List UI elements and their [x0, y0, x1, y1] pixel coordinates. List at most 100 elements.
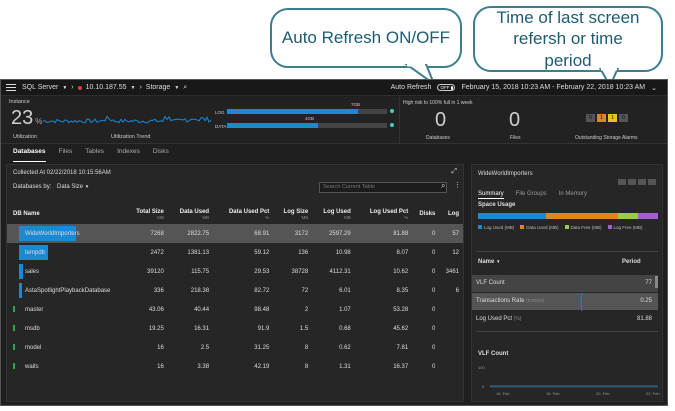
alarm-badge[interactable]: 1 — [597, 114, 606, 122]
tab-disks[interactable]: Disks — [153, 148, 169, 162]
table-row[interactable]: msdb 19.25 16.31 91.9 1.5 0.68 45.62 0 — [7, 319, 463, 338]
table-row[interactable]: waits 16 3.38 42.19 8 1.31 16.37 0 — [7, 357, 463, 376]
search-icon[interactable]: ⌕ — [183, 84, 187, 92]
search-input[interactable]: Search Current Table — [319, 182, 447, 193]
table-row[interactable]: sales 39120 115.75 29.53 38728 4112.31 10.62 0 3… — [7, 262, 463, 281]
table-cell: 0 — [432, 306, 436, 313]
tab-summary[interactable]: Summary — [478, 191, 504, 199]
table-cell: 0 — [412, 224, 440, 243]
stats-row: Instance 23 % Utilization Utilization Tr… — [1, 97, 667, 144]
main-tabs: Databases Files Tables Indexes Disks — [1, 148, 169, 162]
collected-at: Collected At 02/22/2018 10:15:56AM — [13, 170, 111, 176]
table-cell: 0 — [432, 363, 436, 370]
table-cell: 16 — [157, 344, 164, 351]
table-row[interactable]: model 16 2.5 31.25 8 0.62 7.81 0 — [7, 338, 463, 357]
db-name-cell[interactable]: tempdb — [7, 243, 125, 262]
legend-item: Data Used (MB) — [520, 225, 559, 230]
panel-button[interactable] — [638, 179, 646, 185]
details-title: WideWorldImporters — [478, 171, 533, 177]
db-name-cell[interactable]: sales — [7, 262, 125, 281]
metric-label: VLF Count — [476, 280, 505, 286]
databases-by-select[interactable]: Data Size ▼ — [57, 184, 89, 190]
alarm-badge[interactable]: 1 — [608, 114, 617, 122]
db-name-cell[interactable]: msdb — [7, 319, 125, 338]
alarm-badge[interactable]: 0 — [619, 114, 628, 122]
tab-file-groups[interactable]: File Groups — [516, 191, 547, 199]
name-header-text: Name — [478, 259, 495, 265]
table-cell: 39120 — [147, 268, 164, 275]
column-header-label: DB Name — [13, 211, 40, 217]
chevron-down-icon[interactable]: ▼ — [62, 85, 67, 91]
table-row[interactable]: AstaSpotlightPlaybackDatabase 336 218.38 82… — [7, 281, 463, 300]
name-column-header[interactable]: Name ▼ — [478, 259, 500, 265]
details-tabs: Summary File Groups In Memory — [478, 191, 587, 199]
table-row[interactable]: master 43.06 40.44 98.48 2 1.07 53.28 0 — [7, 300, 463, 319]
scrollbar-thumb[interactable] — [655, 276, 658, 288]
table-cell: 1.5 — [299, 325, 309, 332]
db-name-cell[interactable]: master — [7, 300, 125, 319]
space-usage-label: Space Usage — [478, 202, 516, 208]
table-cell: 16.37 — [393, 363, 409, 370]
column-header[interactable]: Data Used Pct% — [213, 204, 273, 224]
data-storage-bar — [227, 123, 387, 128]
tab-files[interactable]: Files — [59, 148, 73, 162]
files-count[interactable]: 0 — [509, 109, 520, 132]
table-cell: 4112.31 — [329, 268, 351, 275]
table-cell: 115.75 — [191, 268, 210, 275]
column-header[interactable]: Total Size MB — [125, 204, 168, 224]
column-header[interactable]: Data Used MB — [168, 204, 213, 224]
column-header[interactable]: Disks — [412, 204, 439, 224]
tab-tables[interactable]: Tables — [85, 148, 104, 162]
top-bar-right: Auto Refresh OFF February 15, 2018 10:23… — [391, 84, 657, 92]
alarm-badge[interactable]: 0 — [586, 114, 595, 122]
panel-button[interactable] — [628, 179, 636, 185]
tab-databases[interactable]: Databases — [13, 148, 46, 162]
log-bar-label: LOG — [215, 110, 225, 115]
table-cell — [439, 357, 463, 376]
tab-indexes[interactable]: Indexes — [117, 148, 140, 162]
table-cell: 81.88 — [354, 224, 413, 243]
legend-swatch — [607, 225, 612, 229]
metric-row[interactable]: VLF Count 77 — [472, 275, 658, 292]
chevron-down-icon[interactable]: ▼ — [130, 85, 135, 91]
breadcrumb-server[interactable]: 10.10.187.55 — [86, 84, 127, 91]
databases-by-label: Databases by: — [13, 184, 52, 190]
column-header[interactable]: Log Used MB — [312, 204, 355, 224]
chevron-down-icon[interactable]: ▼ — [174, 85, 179, 91]
metric-row[interactable]: Log Used Pct (%) 81.88 — [472, 311, 658, 328]
panel-button[interactable] — [618, 179, 626, 185]
column-header[interactable]: Log — [439, 204, 463, 224]
db-name-cell[interactable]: waits — [7, 357, 125, 376]
db-name-cell[interactable]: AstaSpotlightPlaybackDatabase — [7, 281, 125, 300]
metric-row[interactable]: Transactions Rate (trans/s) 0.25 — [472, 293, 658, 310]
search-icon[interactable]: ⌕ — [441, 181, 445, 191]
breadcrumb: SQL Server ▼ › 10.10.187.55 ▼ › Storage … — [22, 84, 187, 92]
column-header[interactable]: Log Size MB — [273, 204, 312, 224]
date-range-picker[interactable]: February 15, 2018 10:23 AM - February 22… — [461, 84, 645, 91]
table-cell: 8.07 — [396, 249, 409, 256]
db-name-cell[interactable]: model — [7, 338, 125, 357]
alarms-label: Outstanding Storage Alarms — [575, 135, 638, 141]
column-header[interactable]: DB Name — [7, 204, 125, 224]
table-cell: 0 — [432, 344, 436, 351]
breadcrumb-product[interactable]: SQL Server — [22, 84, 58, 91]
hamburger-menu-icon[interactable] — [6, 84, 16, 91]
chevron-down-icon[interactable]: ⌄ — [651, 84, 657, 92]
table-cell: 6.01 — [339, 287, 351, 294]
table-row[interactable]: WideWorldImporters 7268 2822.75 68.91 3172 25… — [7, 224, 463, 243]
breadcrumb-section[interactable]: Storage — [146, 84, 171, 91]
table-cell: 98.48 — [254, 306, 270, 313]
tab-in-memory[interactable]: In Memory — [559, 191, 587, 199]
column-header[interactable]: Log Used Pct% — [355, 204, 412, 224]
panel-button[interactable] — [648, 179, 656, 185]
more-options-icon[interactable]: ⋮ — [454, 181, 461, 189]
column-header-label: Disks — [419, 211, 436, 217]
column-header-unit: MB — [301, 214, 309, 220]
table-row[interactable]: tempdb 2472 1381.13 59.12 136 10.98 8.07 0 12 — [7, 243, 463, 262]
table-cell: 2472 — [150, 249, 164, 256]
databases-count[interactable]: 0 — [435, 109, 446, 132]
auto-refresh-toggle[interactable]: OFF — [437, 84, 456, 91]
db-name-cell[interactable]: WideWorldImporters — [7, 224, 125, 243]
screenshot-stage: Auto Refresh ON/OFF Time of last screen … — [0, 0, 675, 411]
expand-icon[interactable]: ⤢ — [451, 168, 457, 176]
